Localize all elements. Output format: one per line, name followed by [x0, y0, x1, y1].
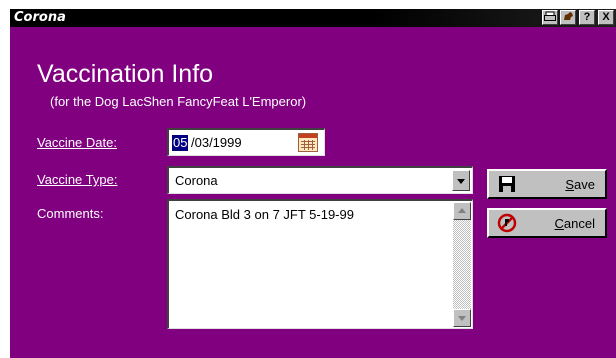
- save-hotkey: S: [565, 177, 575, 192]
- help-icon[interactable]: ?: [579, 10, 595, 25]
- title-bar: Corona ? X: [10, 9, 616, 27]
- comments-scrollbar[interactable]: [453, 202, 471, 327]
- comments-textarea[interactable]: Corona Bld 3 on 7 JFT 5-19-99: [167, 199, 473, 329]
- save-label: ave: [574, 177, 595, 192]
- window-title: Corona: [14, 10, 66, 25]
- vaccine-type-select[interactable]: Corona: [167, 166, 473, 194]
- vaccine-type-label: Vaccine Type:: [37, 172, 118, 187]
- floppy-disk-icon: [499, 176, 515, 192]
- comments-label: Comments:: [37, 206, 104, 221]
- vaccine-date-field[interactable]: 05 /03/1999: [167, 128, 325, 156]
- print-icon[interactable]: [542, 10, 558, 25]
- page-subtitle: (for the Dog LacShen FancyFeat L'Emperor…: [50, 94, 307, 109]
- page-title: Vaccination Info: [37, 60, 214, 88]
- cancel-icon: [497, 213, 517, 233]
- vaccine-type-value: Corona: [175, 173, 218, 188]
- calendar-icon[interactable]: [298, 133, 318, 152]
- date-remainder[interactable]: /03/1999: [191, 135, 242, 151]
- close-icon[interactable]: X: [598, 10, 614, 25]
- cancel-label: ancel: [563, 216, 595, 231]
- vaccine-date-label: Vaccine Date:: [37, 135, 117, 150]
- dog-icon[interactable]: [560, 10, 576, 25]
- scroll-down-icon[interactable]: [453, 309, 471, 327]
- cancel-hotkey: C: [554, 216, 564, 231]
- dropdown-arrow-icon[interactable]: [452, 170, 470, 191]
- vaccination-window: Corona ? X Vaccination Info (for the Dog…: [0, 0, 616, 358]
- help-glyph: ?: [583, 11, 591, 23]
- scroll-up-icon[interactable]: [453, 202, 471, 220]
- close-glyph: X: [602, 11, 610, 23]
- date-month-segment[interactable]: 05: [172, 135, 189, 151]
- save-button[interactable]: Save: [487, 169, 607, 199]
- cancel-button[interactable]: Cancel: [487, 208, 607, 238]
- comments-text: Corona Bld 3 on 7 JFT 5-19-99: [175, 207, 354, 222]
